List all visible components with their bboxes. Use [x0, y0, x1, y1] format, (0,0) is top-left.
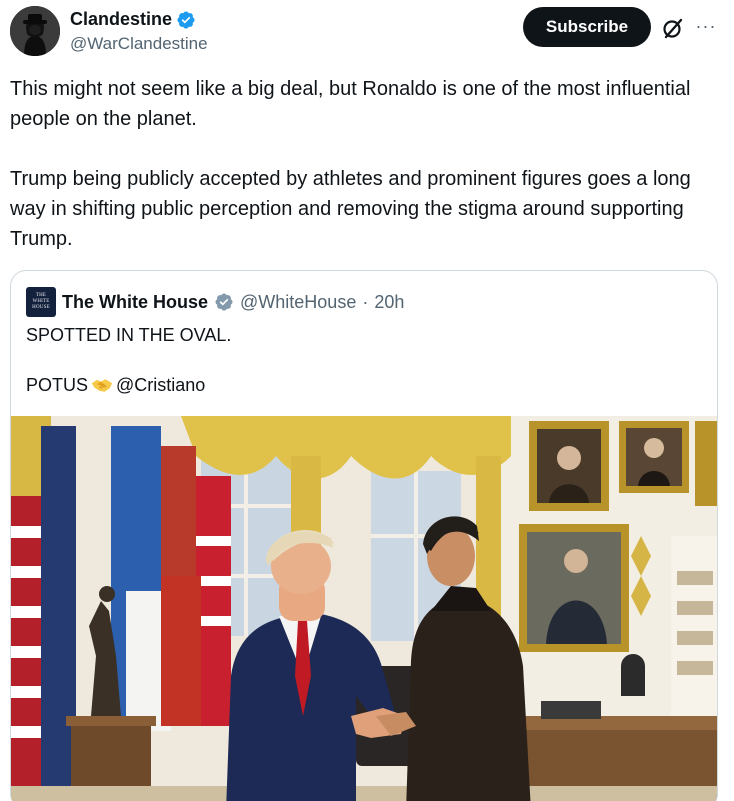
quoted-tweet-header: THE WHITE HOUSE The White House @WhiteHo…: [26, 287, 404, 317]
cristiano-mention[interactable]: @Cristiano: [116, 375, 205, 395]
quoted-tweet-text: SPOTTED IN THE OVAL. POTUS @Cristiano: [26, 323, 231, 398]
tweet-paragraph-2: Trump being publicly accepted by athlete…: [10, 168, 691, 250]
author-name-row: Clandestine: [70, 9, 196, 30]
quoted-line-1: SPOTTED IN THE OVAL.: [26, 325, 232, 345]
more-options-icon[interactable]: ···: [694, 14, 718, 38]
potus-text: POTUS: [26, 375, 89, 395]
subscribe-button[interactable]: Subscribe: [523, 7, 651, 47]
author-handle[interactable]: @WarClandestine: [70, 34, 208, 54]
quoted-display-name[interactable]: The White House: [62, 292, 208, 313]
oval-office-handshake-photo[interactable]: [11, 416, 717, 801]
gray-verified-badge-icon[interactable]: [214, 292, 234, 312]
quoted-tweet-card[interactable]: THE WHITE HOUSE The White House @WhiteHo…: [10, 270, 718, 801]
white-house-avatar[interactable]: THE WHITE HOUSE: [26, 287, 56, 317]
photo-illustration: [11, 416, 717, 801]
author-avatar[interactable]: [10, 6, 60, 56]
grok-icon[interactable]: [661, 16, 685, 40]
author-display-name[interactable]: Clandestine: [70, 9, 172, 30]
tweet-paragraph-1: This might not seem like a big deal, but…: [10, 78, 691, 130]
handshake-emoji-icon: [91, 379, 113, 392]
quoted-line-2: POTUS @Cristiano: [26, 373, 231, 398]
tweet-header: Clandestine @WarClandestine Subscribe ··…: [10, 6, 724, 62]
avatar-text-line-3: HOUSE: [32, 305, 50, 310]
hooded-figure-avatar-icon: [10, 6, 60, 56]
quoted-separator: ·: [362, 291, 369, 312]
quoted-timestamp[interactable]: 20h: [374, 292, 404, 313]
verified-badge-icon[interactable]: [176, 10, 196, 30]
quoted-handle[interactable]: @WhiteHouse: [240, 292, 356, 313]
tweet-text: This might not seem like a big deal, but…: [10, 74, 720, 254]
